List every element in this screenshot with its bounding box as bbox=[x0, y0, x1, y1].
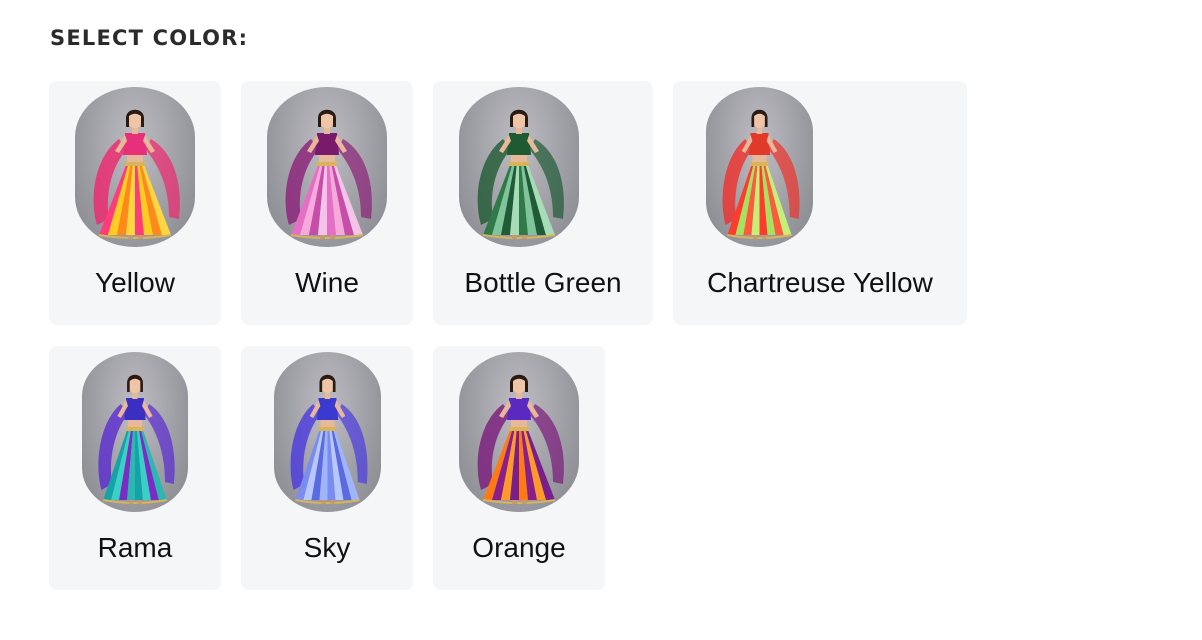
color-option-label: Wine bbox=[295, 267, 359, 298]
color-option-yellow[interactable]: Yellow bbox=[49, 81, 221, 325]
color-option-sky[interactable]: Sky bbox=[241, 346, 413, 590]
select-color-heading: SELECT COLOR: bbox=[50, 26, 249, 50]
color-swatch-row: Yellow Wine Bottle Green Chartreuse Yell… bbox=[49, 81, 967, 325]
product-thumbnail bbox=[274, 352, 381, 512]
color-option-bottle-green[interactable]: Bottle Green bbox=[433, 81, 653, 325]
color-option-orange[interactable]: Orange bbox=[433, 346, 605, 590]
product-thumbnail bbox=[75, 87, 195, 247]
color-swatch-row: Rama Sky Orange bbox=[49, 346, 605, 590]
product-thumbnail bbox=[82, 352, 188, 512]
product-thumbnail bbox=[267, 87, 387, 247]
product-thumbnail bbox=[706, 87, 813, 247]
color-option-chartreuse-yellow[interactable]: Chartreuse Yellow bbox=[673, 81, 967, 325]
color-option-wine[interactable]: Wine bbox=[241, 81, 413, 325]
color-option-label: Bottle Green bbox=[464, 267, 622, 298]
color-option-rama[interactable]: Rama bbox=[49, 346, 221, 590]
color-option-label: Yellow bbox=[95, 267, 175, 298]
product-thumbnail bbox=[459, 87, 579, 247]
color-option-label: Rama bbox=[97, 532, 173, 563]
color-option-label: Orange bbox=[472, 532, 566, 563]
product-thumbnail bbox=[459, 352, 579, 512]
color-option-label: Chartreuse Yellow bbox=[707, 267, 933, 298]
color-option-label: Sky bbox=[303, 532, 351, 563]
